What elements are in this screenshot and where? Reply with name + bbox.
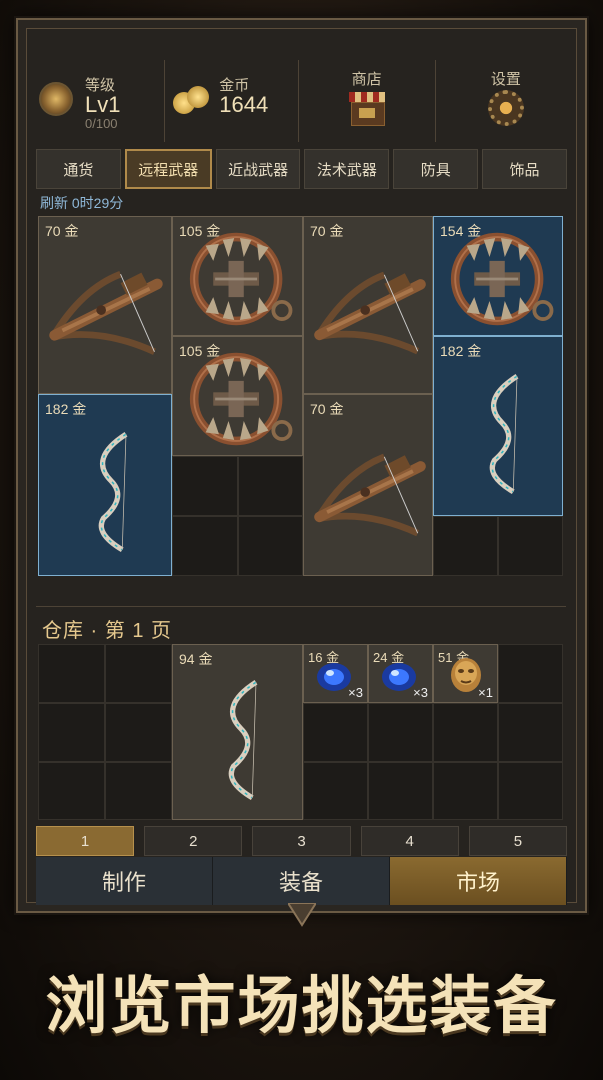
tab-ranged-weapons[interactable]: 远程武器 <box>124 149 212 189</box>
empty-slot <box>433 762 498 820</box>
market-item-slot[interactable]: 182 金 <box>38 394 172 576</box>
tab-melee-weapons[interactable]: 近战武器 <box>215 149 301 189</box>
empty-slot <box>238 516 303 576</box>
item-quantity: ×1 <box>478 685 493 700</box>
crossbow-icon <box>304 395 432 575</box>
nav-craft[interactable]: 制作 <box>36 857 213 905</box>
divider <box>36 606 566 607</box>
tab-currency[interactable]: 通货 <box>36 149 121 189</box>
gear-icon <box>487 90 524 126</box>
empty-slot <box>38 703 105 762</box>
level-panel: 等级 Lv1 0/100 <box>25 60 166 142</box>
market-item-slot[interactable]: 70 金 <box>38 216 172 394</box>
status-header: 等级 Lv1 0/100 金币 1644 商店 设置 <box>25 60 576 142</box>
empty-slot <box>498 703 563 762</box>
crossbow-icon <box>39 217 171 393</box>
market-item-slot[interactable]: 182 金 <box>433 336 563 516</box>
category-tabs: 通货 远程武器 近战武器 法术武器 防具 饰品 <box>36 149 567 189</box>
level-medal-icon <box>39 82 73 116</box>
bear-trap-icon <box>173 217 302 335</box>
empty-slot <box>303 762 368 820</box>
empty-slot <box>498 516 563 576</box>
settings-label: 设置 <box>490 71 521 88</box>
bow-icon <box>39 395 171 575</box>
tab-armor[interactable]: 防具 <box>393 149 479 189</box>
warehouse-item-slot[interactable]: 94 金 <box>172 644 303 820</box>
market-item-slot[interactable]: 154 金 <box>433 216 563 336</box>
nav-market[interactable]: 市场 <box>390 857 567 905</box>
empty-slot <box>105 762 172 820</box>
gold-coins-icon <box>173 86 211 116</box>
frame-ornament-icon <box>288 903 316 927</box>
shop-stall-icon <box>347 92 387 128</box>
item-quantity: ×3 <box>413 685 428 700</box>
bow-icon <box>434 337 562 515</box>
tab-accessories[interactable]: 饰品 <box>482 149 567 189</box>
empty-slot <box>105 644 172 703</box>
empty-slot <box>498 762 563 820</box>
page-tab-5[interactable]: 5 <box>468 826 568 856</box>
warehouse-item-slot[interactable]: 16 金 ×3 <box>303 644 368 703</box>
gold-panel: 金币 1644 <box>165 60 299 142</box>
empty-slot <box>38 762 105 820</box>
empty-slot <box>433 703 498 762</box>
empty-slot <box>172 516 238 576</box>
empty-slot <box>105 703 172 762</box>
market-item-slot[interactable]: 70 金 <box>303 216 433 394</box>
empty-slot <box>368 762 433 820</box>
page-tab-4[interactable]: 4 <box>360 826 459 856</box>
empty-slot <box>238 456 303 516</box>
empty-slot <box>172 456 238 516</box>
empty-slot <box>368 703 433 762</box>
shop-label: 商店 <box>351 71 382 88</box>
warehouse-item-slot[interactable]: 24 金 ×3 <box>368 644 433 703</box>
level-progress: 0/100 <box>85 116 118 131</box>
warehouse-page-tabs: 1 2 3 4 5 <box>36 826 568 856</box>
empty-slot <box>498 644 563 703</box>
promo-tagline: 浏览市场挑选装备 <box>45 969 558 1042</box>
refresh-timer: 刷新 0时29分 <box>40 195 124 211</box>
tab-spell-weapons[interactable]: 法术武器 <box>304 149 390 189</box>
page-tab-1[interactable]: 1 <box>36 826 135 856</box>
page-tab-2[interactable]: 2 <box>144 826 243 856</box>
bow-icon <box>173 645 302 819</box>
empty-slot <box>303 703 368 762</box>
nav-equipment[interactable]: 装备 <box>213 857 390 905</box>
page-tab-3[interactable]: 3 <box>252 826 351 856</box>
bear-trap-icon <box>173 337 302 455</box>
bottom-navigation: 制作 装备 市场 <box>36 857 567 905</box>
level-value: Lv1 <box>85 92 121 117</box>
market-item-slot[interactable]: 105 金 <box>172 216 303 336</box>
market-item-slot[interactable]: 70 金 <box>303 394 433 576</box>
crossbow-icon <box>304 217 432 393</box>
market-item-slot[interactable]: 105 金 <box>172 336 303 456</box>
item-quantity: ×3 <box>348 685 363 700</box>
bear-trap-icon <box>434 217 562 335</box>
warehouse-item-slot[interactable]: 51 金 ×1 <box>433 644 498 703</box>
shop-button[interactable]: 商店 <box>299 60 436 142</box>
gold-value: 1644 <box>219 92 269 117</box>
settings-button[interactable]: 设置 <box>436 60 576 142</box>
empty-slot <box>433 516 498 576</box>
warehouse-title: 仓库 · 第 1 页 <box>42 620 173 642</box>
empty-slot <box>38 644 105 703</box>
